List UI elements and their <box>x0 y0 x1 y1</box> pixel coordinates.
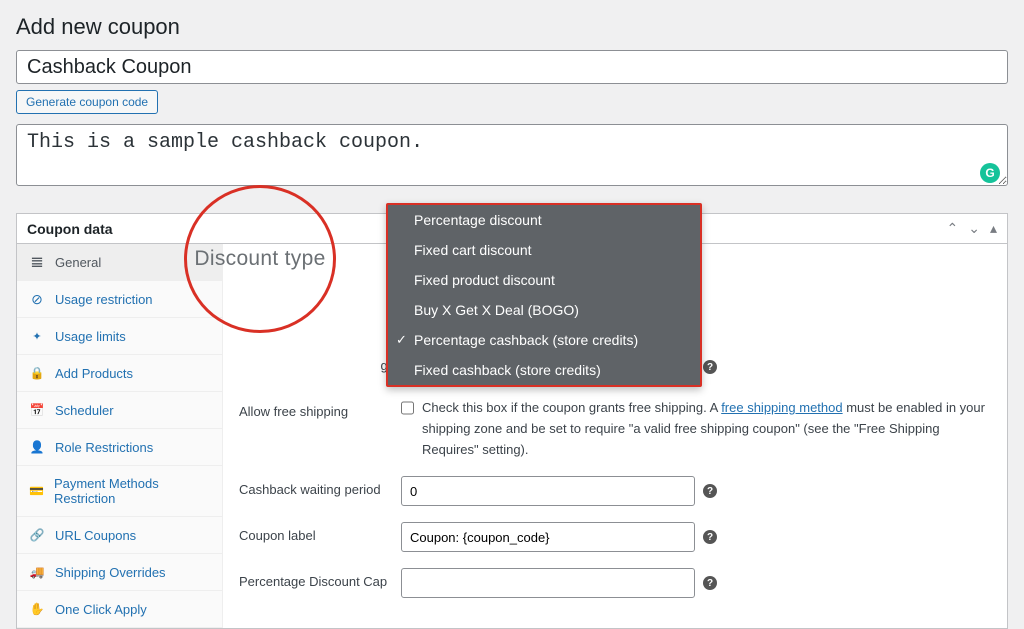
dropdown-option-selected[interactable]: Percentage cashback (store credits) <box>388 325 700 355</box>
help-icon[interactable]: ? <box>703 530 717 544</box>
tab-label: Usage restriction <box>55 292 153 307</box>
tab-general[interactable]: General <box>17 244 222 281</box>
tab-label: Shipping Overrides <box>55 565 166 580</box>
tab-label: URL Coupons <box>55 528 136 543</box>
page-title: Add new coupon <box>16 14 1008 40</box>
free-shipping-description: Check this box if the coupon grants free… <box>422 398 991 460</box>
scheduler-icon <box>29 402 45 418</box>
row-percentage-discount-cap: Percentage Discount Cap ? <box>237 560 993 606</box>
tab-scheduler[interactable]: Scheduler <box>17 392 222 429</box>
generate-coupon-code-button[interactable]: Generate coupon code <box>16 90 158 114</box>
dropdown-option[interactable]: Buy X Get X Deal (BOGO) <box>388 295 700 325</box>
help-icon[interactable]: ? <box>703 360 717 374</box>
tab-label: Scheduler <box>55 403 114 418</box>
free-shipping-label: Allow free shipping <box>239 398 401 419</box>
shipping-icon <box>29 564 45 580</box>
help-icon[interactable]: ? <box>703 576 717 590</box>
tab-one-click-apply[interactable]: One Click Apply <box>17 591 222 628</box>
url-icon <box>29 527 45 543</box>
collapse-icon[interactable]: ▴ <box>990 220 997 237</box>
row-cashback-waiting-period: Cashback waiting period ? <box>237 468 993 514</box>
dropdown-option[interactable]: Fixed product discount <box>388 265 700 295</box>
help-icon[interactable]: ? <box>703 484 717 498</box>
discount-type-dropdown[interactable]: Percentage discount Fixed cart discount … <box>386 203 702 387</box>
coupon-label-label: Coupon label <box>239 522 401 543</box>
payment-icon <box>29 483 44 499</box>
general-tab-content: Percentage discount Fixed cart discount … <box>223 244 1007 628</box>
waiting-period-label: Cashback waiting period <box>239 476 401 497</box>
tab-label: Add Products <box>55 366 133 381</box>
coupon-label-input[interactable] <box>401 522 695 552</box>
products-icon <box>29 365 45 381</box>
tab-payment-methods-restriction[interactable]: Payment Methods Restriction <box>17 466 222 517</box>
tab-role-restrictions[interactable]: Role Restrictions <box>17 429 222 466</box>
tab-label: Payment Methods Restriction <box>54 476 210 506</box>
coupon-data-panel: Coupon data ⌃ ⌄ ▴ General Usage restrict… <box>16 213 1008 629</box>
waiting-period-input[interactable] <box>401 476 695 506</box>
tab-label: Role Restrictions <box>55 440 153 455</box>
row-coupon-label: Coupon label ? <box>237 514 993 560</box>
restriction-icon <box>29 291 45 307</box>
tab-shipping-overrides[interactable]: Shipping Overrides <box>17 554 222 591</box>
dropdown-option[interactable]: Fixed cashback (store credits) <box>388 355 700 385</box>
grammarly-icon: G <box>980 163 1000 183</box>
tab-usage-restriction[interactable]: Usage restriction <box>17 281 222 318</box>
coupon-title-input[interactable] <box>16 50 1008 84</box>
row-free-shipping: Allow free shipping Check this box if th… <box>237 390 993 468</box>
general-icon <box>29 254 45 270</box>
coupon-tabs: General Usage restriction Usage limits A… <box>17 244 223 628</box>
coupon-description-textarea[interactable]: This is a sample cashback coupon. <box>16 124 1008 186</box>
dropdown-option[interactable]: Percentage discount <box>388 205 700 235</box>
chevron-up-icon[interactable]: ⌃ <box>947 220 959 237</box>
discount-cap-input[interactable] <box>401 568 695 598</box>
role-icon <box>29 439 45 455</box>
chevron-down-icon[interactable]: ⌄ <box>968 220 980 237</box>
limits-icon <box>29 328 45 344</box>
panel-title: Coupon data <box>27 221 113 237</box>
tab-url-coupons[interactable]: URL Coupons <box>17 517 222 554</box>
tab-label: Usage limits <box>55 329 126 344</box>
oneclick-icon <box>29 601 45 617</box>
free-shipping-checkbox[interactable] <box>401 400 414 416</box>
row-label-partial: ge <box>239 352 401 373</box>
tab-add-products[interactable]: Add Products <box>17 355 222 392</box>
dropdown-option[interactable]: Fixed cart discount <box>388 235 700 265</box>
tab-usage-limits[interactable]: Usage limits <box>17 318 222 355</box>
tab-label: General <box>55 255 101 270</box>
free-shipping-method-link[interactable]: free shipping method <box>721 400 842 415</box>
tab-label: One Click Apply <box>55 602 147 617</box>
discount-cap-label: Percentage Discount Cap <box>239 568 401 589</box>
